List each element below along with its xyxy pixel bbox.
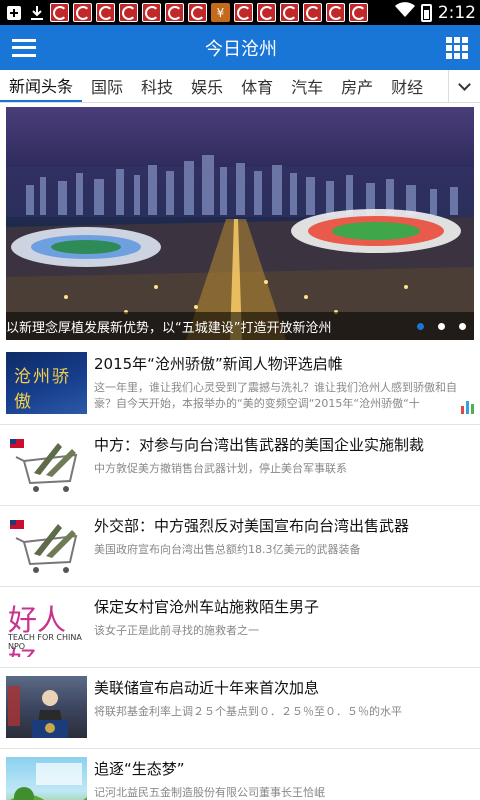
app-icon [142,3,161,22]
chevron-down-icon [458,77,471,91]
tab-technology[interactable]: 科技 [132,70,182,102]
app-icon [234,3,253,22]
news-title: 2015年“沧州骄傲”新闻人物评选启帷 [94,355,343,373]
menu-icon[interactable] [12,38,36,57]
carousel-indicator [417,323,466,330]
news-thumbnail [6,676,87,738]
news-item[interactable]: 好人好 TEACH FOR CHINA NPO 保定女村官沧州车站施救陌生男子 … [0,587,480,668]
add-box-icon [4,3,23,22]
bar-chart-icon [461,401,474,414]
app-icon [303,3,322,22]
app-title: 今日沧州 [205,38,277,60]
carousel-dot[interactable] [459,323,466,330]
app-icon [165,3,184,22]
orange-app-icon: ¥ [211,3,230,22]
news-thumbnail: 好人好 TEACH FOR CHINA NPO [6,595,87,657]
app-icon [188,3,207,22]
news-title: 外交部：中方强烈反对美国宣布向台湾出售武器 [94,517,410,535]
clock: 2:12 [437,2,476,23]
banner-carousel[interactable]: 以新理念厚植发展新优势，以“五城建设”打造开放新沧州 [6,107,474,340]
news-title: 美联储宣布启动近十年来首次加息 [94,679,320,697]
carousel-dot[interactable] [438,323,445,330]
status-bar: ¥ 2:12 [0,0,480,25]
app-icon [257,3,276,22]
news-summary: 该女子正是此前寻找的施救者之一 [94,624,259,637]
news-item[interactable]: 中方：对参与向台湾出售武器的美国企业实施制裁 中方敦促美方撤销售台武器计划，停止… [0,425,480,506]
carousel-dot[interactable] [417,323,424,330]
news-summary: 记河北益民五金制造股份有限公司董事长王恰岷 [94,786,325,799]
app-bar: 今日沧州 [0,25,480,70]
news-item[interactable]: 外交部：中方强烈反对美国宣布向台湾出售武器 美国政府宣布向台湾出售总额约18.3… [0,506,480,587]
news-thumbnail [6,514,87,576]
news-summary: 中方敦促美方撤销售台武器计划，停止美台军事联系 [94,462,347,475]
news-title: 追逐“生态梦” [94,760,185,778]
app-icon [73,3,92,22]
banner-image [6,155,474,340]
app-icon [349,3,368,22]
grid-menu-icon[interactable] [446,36,468,59]
news-summary: 美国政府宣布向台湾出售总额约18.3亿美元的武器装备 [94,543,361,556]
tab-real-estate[interactable]: 房产 [332,70,382,102]
news-thumbnail: 沧州骄傲 [6,352,87,414]
news-item[interactable]: 沧州骄傲 2015年“沧州骄傲”新闻人物评选启帷 这一年里，谁让我们心灵受到了震… [0,344,480,425]
app-icon [326,3,345,22]
tab-international[interactable]: 国际 [82,70,132,102]
app-icon [50,3,69,22]
tab-finance[interactable]: 财经 [382,70,432,102]
tab-headlines[interactable]: 新闻头条 [0,70,83,102]
news-list: 沧州骄傲 2015年“沧州骄傲”新闻人物评选启帷 这一年里，谁让我们心灵受到了震… [0,344,480,800]
expand-tabs-button[interactable] [448,70,480,102]
news-thumbnail [6,757,87,800]
news-title: 中方：对参与向台湾出售武器的美国企业实施制裁 [94,436,425,454]
wifi-icon [394,2,415,23]
news-title: 保定女村官沧州车站施救陌生男子 [94,598,320,616]
news-item[interactable]: 追逐“生态梦” 记河北益民五金制造股份有限公司董事长王恰岷 [0,749,480,800]
battery-icon [420,3,432,22]
banner-caption: 以新理念厚植发展新优势，以“五城建设”打造开放新沧州 [6,312,474,340]
download-icon [27,3,46,22]
news-summary: 将联邦基金利率上调２５个基点到０．２５％至０．５％的水平 [94,705,402,718]
notification-icons: ¥ [4,3,395,22]
app-icon [280,3,299,22]
category-tabs: 新闻头条 国际 科技 娱乐 体育 汽车 房产 财经 [0,70,480,103]
app-icon [119,3,138,22]
news-summary: 这一年里，谁让我们心灵受到了震撼与洗礼？谁让我们沧州人感到骄傲和自豪？自今天开始… [94,381,457,410]
news-item[interactable]: 美联储宣布启动近十年来首次加息 将联邦基金利率上调２５个基点到０．２５％至０．５… [0,668,480,749]
thumbnail-subtext: TEACH FOR CHINA NPO [8,633,82,651]
thumbnail-text: 沧州骄傲 [14,367,71,412]
tab-auto[interactable]: 汽车 [282,70,332,102]
news-thumbnail [6,433,87,495]
app-icon [96,3,115,22]
tab-entertainment[interactable]: 娱乐 [182,70,232,102]
tab-sports[interactable]: 体育 [232,70,282,102]
